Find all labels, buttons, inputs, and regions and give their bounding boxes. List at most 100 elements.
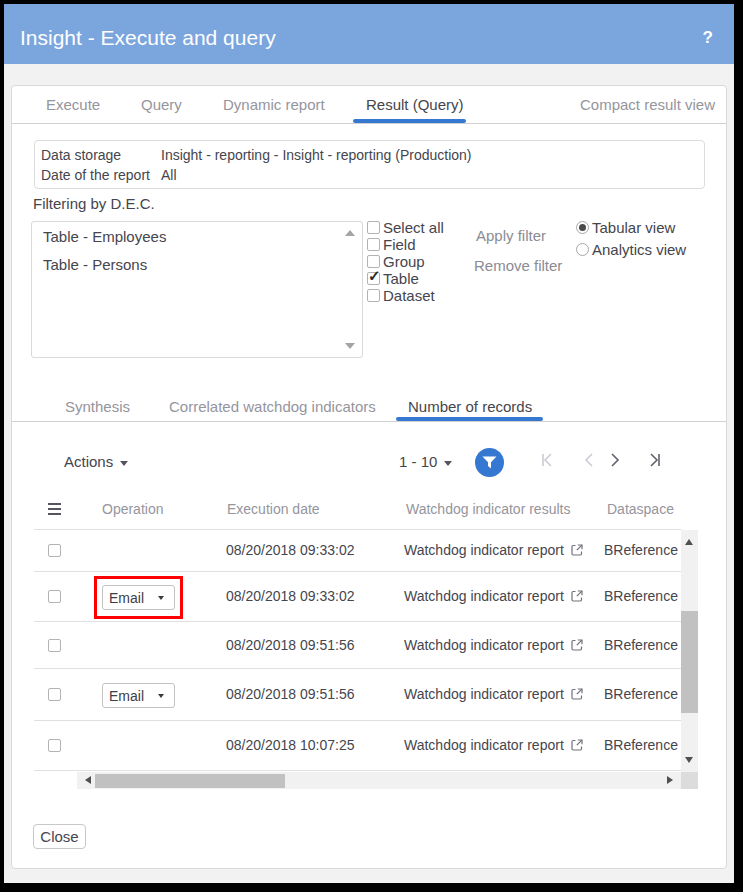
radio-label-tabular-view: Tabular view — [592, 220, 675, 235]
dataspace-cell: BReference — [604, 543, 678, 558]
radio-dot — [579, 224, 586, 231]
scroll-left-icon[interactable] — [85, 776, 91, 784]
watchdog-report-link-text: Watchdog indicator report — [404, 637, 564, 653]
scroll-right-icon[interactable] — [667, 776, 673, 784]
watchdog-report-link[interactable]: Watchdog indicator report — [404, 638, 583, 653]
checkbox-select-all[interactable] — [367, 221, 380, 234]
execution-date-cell: 08/20/2018 09:33:02 — [226, 589, 354, 604]
external-link-icon — [571, 688, 583, 700]
scroll-down-icon[interactable] — [685, 757, 693, 763]
table-row-4: Email08/20/2018 09:51:56Watchdog indicat… — [34, 669, 681, 721]
vertical-scrollbar-thumb[interactable] — [681, 611, 698, 713]
tab-query[interactable]: Query — [141, 97, 182, 112]
watchdog-report-link-text: Watchdog indicator report — [404, 588, 564, 604]
date-of-report-label: Date of the report — [41, 168, 150, 183]
filtering-listbox[interactable]: Table - Employees Table - Persons — [31, 221, 363, 358]
radio-label-analytics-view: Analytics view — [592, 242, 686, 257]
dialog-panel: Execute Query Dynamic report Result (Query)… — [11, 85, 727, 869]
horizontal-scrollbar-thumb[interactable] — [95, 774, 285, 788]
horizontal-scrollbar[interactable] — [77, 772, 681, 789]
last-page-button[interactable] — [647, 452, 663, 468]
previous-page-icon — [582, 452, 598, 468]
tab-result-query[interactable]: Result (Query) — [366, 97, 464, 112]
tab-number-of-records[interactable]: Number of records — [408, 399, 532, 414]
listbox-item-table-employees[interactable]: Table - Employees — [43, 229, 166, 244]
table-row-1: 08/20/2018 09:33:02Watchdog indicator re… — [34, 530, 681, 572]
col-header-dataspace: Dataspace — [607, 502, 674, 517]
row-checkbox[interactable] — [48, 544, 61, 557]
tab-correlated-watchdog-indicators[interactable]: Correlated watchdog indicators — [169, 399, 376, 414]
tab-execute[interactable]: Execute — [46, 97, 100, 112]
watchdog-report-link[interactable]: Watchdog indicator report — [404, 589, 583, 604]
operation-select-value: Email — [109, 689, 144, 703]
table-row-3: 08/20/2018 09:51:56Watchdog indicator re… — [34, 622, 681, 669]
checkbox-label-field: Field — [383, 237, 416, 252]
actions-menu-button[interactable]: Actions — [64, 454, 128, 469]
listbox-scroll-up-icon[interactable] — [345, 230, 355, 236]
tab-synthesis[interactable]: Synthesis — [65, 399, 130, 414]
data-storage-value: Insight - reporting - Insight - reportin… — [161, 148, 471, 163]
scrollbar-corner — [681, 772, 698, 789]
table-menu-icon[interactable] — [48, 503, 61, 515]
operation-select[interactable]: Email — [102, 585, 175, 610]
watchdog-report-link[interactable]: Watchdog indicator report — [404, 738, 583, 753]
radio-tabular-view[interactable] — [576, 221, 589, 234]
secondary-tabs-divider — [12, 421, 726, 422]
screenshot-frame: Insight - Execute and query ? ExecuteQue… — [0, 0, 743, 892]
help-button[interactable]: ? — [703, 28, 713, 48]
date-of-report-value: All — [161, 168, 177, 183]
table-row-2: Email 08/20/2018 09:33:02 Watchdog indicat… — [34, 572, 681, 622]
dataspace-cell: BReference — [604, 638, 678, 653]
apply-filter-link[interactable]: Apply filter — [476, 228, 546, 243]
tab-dynamic-report[interactable]: Dynamic report — [223, 97, 325, 112]
execution-date-cell: 08/20/2018 10:07:25 — [226, 738, 354, 753]
checkbox-label-group: Group — [383, 254, 425, 269]
close-button[interactable]: Close — [33, 824, 86, 849]
row-checkbox[interactable] — [48, 739, 61, 752]
col-header-watchdog: Watchdog indicator results — [406, 502, 570, 517]
filter-button[interactable] — [475, 448, 504, 477]
checkmark-icon: ✓ — [368, 267, 381, 285]
page-range-selector[interactable]: 1 - 10 — [399, 454, 452, 469]
listbox-item-table-persons[interactable]: Table - Persons — [43, 257, 147, 272]
previous-page-button[interactable] — [582, 452, 598, 468]
watchdog-report-link-text: Watchdog indicator report — [404, 737, 564, 753]
col-header-execution-date: Execution date — [227, 502, 320, 517]
row-checkbox[interactable] — [48, 590, 61, 603]
watchdog-report-link[interactable]: Watchdog indicator report — [404, 687, 583, 702]
dataspace-cell: BReference — [604, 687, 678, 702]
checkbox-field[interactable] — [367, 238, 380, 251]
operation-select[interactable]: Email — [102, 683, 175, 708]
data-storage-label: Data storage — [41, 148, 121, 163]
checkbox-label-select-all: Select all — [383, 220, 444, 235]
first-page-button[interactable] — [539, 452, 555, 468]
checkbox-label-table: Table — [383, 271, 419, 286]
next-page-button[interactable] — [606, 452, 622, 468]
watchdog-report-link[interactable]: Watchdog indicator report — [404, 543, 583, 558]
select-caret-icon — [158, 596, 164, 600]
funnel-icon — [475, 448, 504, 477]
checkbox-label-dataset: Dataset — [383, 288, 435, 303]
dataspace-cell: BReference — [604, 738, 678, 753]
table-row-5: 08/20/2018 10:07:25 Watchdog indicator re… — [34, 721, 681, 771]
primary-tabs-divider — [12, 123, 726, 124]
radio-analytics-view[interactable] — [576, 243, 589, 256]
checkbox-table[interactable]: ✓ — [367, 272, 380, 285]
scroll-up-icon[interactable] — [685, 539, 693, 545]
row-checkbox[interactable] — [48, 688, 61, 701]
external-link-icon — [571, 739, 583, 751]
first-page-icon — [539, 452, 555, 468]
vertical-scrollbar[interactable] — [681, 530, 698, 772]
tab-compact-result-view[interactable]: Compact result view — [580, 97, 715, 112]
external-link-icon — [571, 590, 583, 602]
operation-select-value: Email — [109, 591, 144, 605]
row-checkbox[interactable] — [48, 639, 61, 652]
external-link-icon — [571, 639, 583, 651]
listbox-scroll-down-icon[interactable] — [345, 343, 355, 349]
actions-caret-icon — [120, 461, 128, 466]
watchdog-report-link-text: Watchdog indicator report — [404, 686, 564, 702]
external-link-icon — [571, 544, 583, 556]
checkbox-dataset[interactable] — [367, 289, 380, 302]
page-range-caret-icon — [444, 461, 452, 466]
remove-filter-link[interactable]: Remove filter — [474, 258, 562, 273]
